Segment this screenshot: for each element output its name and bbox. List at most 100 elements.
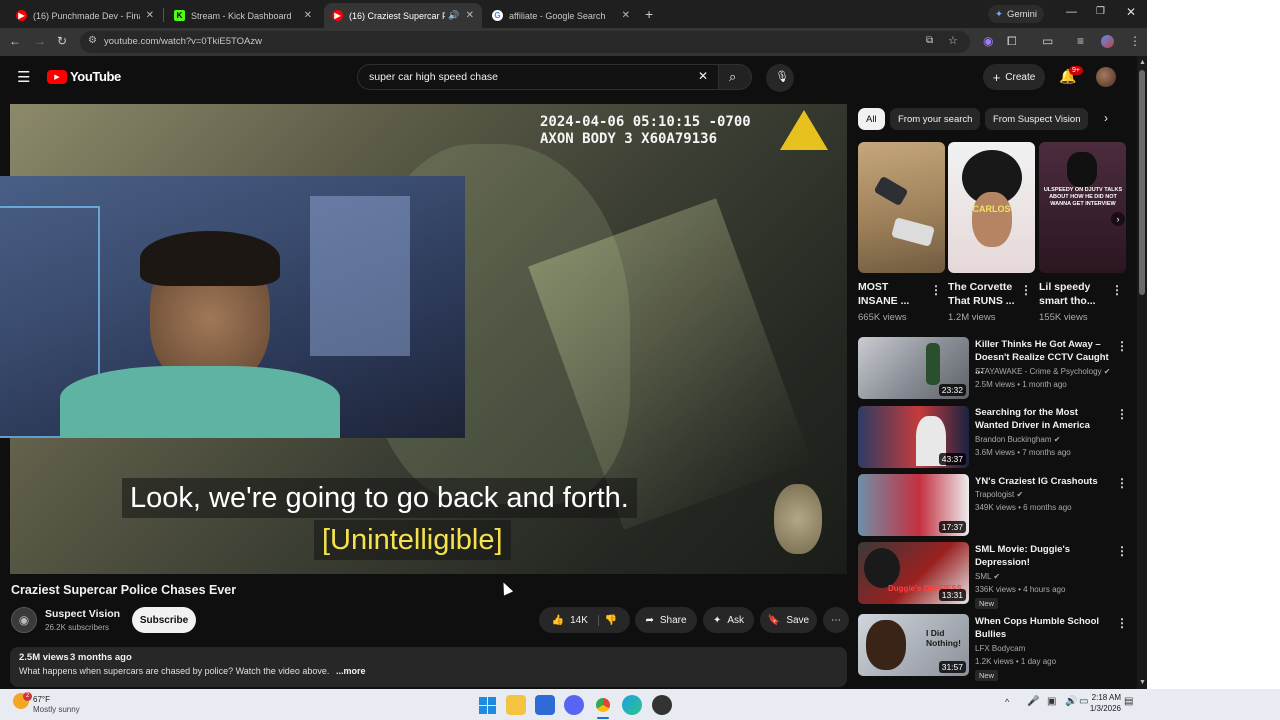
- recommendation-menu-icon[interactable]: ⋮: [1116, 544, 1128, 558]
- thumbs-down-icon[interactable]: 👎: [605, 615, 617, 626]
- subscribe-button[interactable]: Subscribe: [132, 607, 196, 633]
- recommendation-thumbnail[interactable]: 17:37: [858, 474, 969, 536]
- save-button[interactable]: 🔖 Save: [760, 607, 817, 633]
- profile-avatar[interactable]: [1101, 35, 1114, 48]
- minimize-icon[interactable]: —: [1066, 6, 1077, 18]
- new-badge: New: [975, 670, 999, 681]
- browser-tab-punchmade[interactable]: ▶ (16) Punchmade Dev - Financia ✕: [8, 3, 162, 28]
- search-button[interactable]: ⌕: [718, 64, 752, 90]
- recommendation-menu-icon[interactable]: ⋮: [1116, 476, 1128, 490]
- new-tab-icon[interactable]: +: [645, 6, 653, 22]
- chip-all[interactable]: All: [858, 108, 885, 130]
- youtube-logo[interactable]: ▶ YouTube: [47, 69, 121, 84]
- gemini-button[interactable]: ✦ Gemini: [988, 5, 1044, 23]
- short-menu-icon[interactable]: ⋮: [1020, 283, 1032, 297]
- close-tab-icon[interactable]: ✕: [304, 10, 312, 21]
- back-icon[interactable]: ←: [9, 34, 21, 48]
- description-box[interactable]: 2.5M views 3 months ago What happens whe…: [10, 647, 847, 687]
- app-icon[interactable]: [652, 695, 672, 715]
- recommendation-menu-icon[interactable]: ⋮: [1116, 407, 1128, 421]
- scroll-down-icon[interactable]: ▼: [1139, 679, 1146, 686]
- short-menu-icon[interactable]: ⋮: [1111, 283, 1123, 297]
- chip-from-suspect-vision[interactable]: From Suspect Vision: [985, 108, 1089, 130]
- ask-button[interactable]: ✦ Ask: [703, 607, 754, 633]
- reload-icon[interactable]: ↻: [57, 34, 67, 48]
- discord-icon[interactable]: [564, 695, 584, 715]
- close-tab-icon[interactable]: ✕: [466, 10, 474, 21]
- speaker-icon[interactable]: 🔊: [448, 10, 459, 21]
- browser-tab-kick[interactable]: K Stream - Kick Dashboard ✕: [166, 3, 320, 28]
- recommendation-title[interactable]: YN's Craziest IG Crashouts: [975, 475, 1111, 488]
- notification-center-icon[interactable]: ▤: [1124, 696, 1133, 707]
- edge-icon[interactable]: [622, 695, 642, 715]
- clear-search-icon[interactable]: ✕: [698, 69, 708, 83]
- media-controls-icon[interactable]: ≡: [1077, 34, 1084, 48]
- maximize-icon[interactable]: ❐: [1096, 6, 1105, 17]
- more-actions-button[interactable]: ⋯: [823, 607, 849, 633]
- recommendation-thumbnail[interactable]: Duggie's DEPRESS 13:31: [858, 542, 969, 604]
- scroll-up-icon[interactable]: ▲: [1139, 59, 1146, 66]
- browser-tab-active[interactable]: ▶ (16) Craziest Supercar Polic 🔊 ✕: [324, 3, 482, 28]
- chrome-menu-icon[interactable]: ⋮: [1129, 34, 1141, 48]
- short-menu-icon[interactable]: ⋮: [930, 283, 942, 297]
- chips-next-icon[interactable]: ›: [1104, 111, 1108, 125]
- tray-overflow-icon[interactable]: ^: [1005, 697, 1009, 707]
- extensions-puzzle-icon[interactable]: ⧠: [1007, 34, 1017, 49]
- voice-search-button[interactable]: 🎙: [766, 64, 794, 92]
- short-title[interactable]: The Corvette That RUNS ...: [948, 280, 1018, 308]
- clock-time[interactable]: 2:18 AM: [1085, 693, 1121, 702]
- recommendation-title[interactable]: When Cops Humble School Bullies: [975, 615, 1111, 641]
- address-bar[interactable]: ⚙ youtube.com/watch?v=0TkiE5TOAzw ⧉ ☆: [80, 31, 970, 53]
- close-tab-icon[interactable]: ✕: [622, 10, 630, 21]
- clock-date[interactable]: 1/3/2026: [1080, 704, 1121, 713]
- channel-name[interactable]: Suspect Vision: [45, 608, 120, 620]
- share-button[interactable]: ➦ Share: [635, 607, 697, 633]
- tray-microphone-icon[interactable]: 🎤: [1027, 696, 1039, 707]
- chrome-icon[interactable]: [593, 695, 613, 715]
- recommendation-thumbnail[interactable]: I Did Nothing! 31:57: [858, 614, 969, 676]
- recommendation-thumbnail[interactable]: 23:32: [858, 337, 969, 399]
- site-info-icon[interactable]: ⚙: [88, 35, 97, 46]
- scrollbar-thumb[interactable]: [1139, 70, 1145, 295]
- create-button[interactable]: + Create: [983, 64, 1045, 90]
- microsoft-store-icon[interactable]: [535, 695, 555, 715]
- file-explorer-icon[interactable]: [506, 695, 526, 715]
- hamburger-menu-icon[interactable]: ☰: [17, 68, 30, 86]
- recommendation-channel[interactable]: LFX Bodycam: [975, 644, 1025, 653]
- channel-avatar[interactable]: ◉: [11, 607, 37, 633]
- recommendation-meta: 2.5M views • 1 month ago: [975, 380, 1067, 389]
- short-thumbnail[interactable]: CARLOS: [948, 142, 1035, 273]
- short-title[interactable]: MOST INSANE ...: [858, 280, 928, 308]
- bookmark-star-icon[interactable]: ☆: [948, 34, 958, 47]
- plus-icon: +: [992, 69, 1001, 85]
- account-avatar[interactable]: [1096, 67, 1116, 87]
- search-input[interactable]: super car high speed chase ✕: [357, 64, 718, 90]
- close-tab-icon[interactable]: ✕: [146, 10, 154, 21]
- windows-start-icon[interactable]: [477, 695, 497, 715]
- recommendation-channel[interactable]: STAYAWAKE - Crime & Psychology ✔: [975, 367, 1110, 376]
- browser-tab-google[interactable]: G affiliate - Google Search ✕: [484, 3, 638, 28]
- recommendation-title[interactable]: Searching for the Most Wanted Driver in …: [975, 406, 1111, 432]
- recommendation-channel[interactable]: Trapologist ✔: [975, 490, 1023, 499]
- network-icon[interactable]: ▣: [1047, 696, 1056, 707]
- side-panel-icon[interactable]: ▭: [1042, 34, 1053, 48]
- window-close-icon[interactable]: ✕: [1126, 5, 1136, 19]
- chip-from-your-search[interactable]: From your search: [890, 108, 981, 130]
- short-thumbnail[interactable]: [858, 142, 945, 273]
- volume-icon[interactable]: 🔊: [1065, 696, 1077, 707]
- recommendation-title[interactable]: SML Movie: Duggie's Depression!: [975, 543, 1111, 569]
- shorts-next-icon[interactable]: ›: [1111, 212, 1125, 226]
- extension-icon[interactable]: ◉: [983, 34, 993, 48]
- like-button[interactable]: 👍 14K: [552, 614, 599, 626]
- forward-icon[interactable]: →: [34, 34, 46, 48]
- install-app-icon[interactable]: ⧉: [926, 35, 933, 46]
- recommendation-channel[interactable]: SML ✔: [975, 572, 1000, 581]
- more-link[interactable]: ...more: [336, 666, 366, 676]
- recommendation-thumbnail[interactable]: 43:37: [858, 406, 969, 468]
- recommendation-channel[interactable]: Brandon Buckingham ✔: [975, 435, 1060, 444]
- short-thumbnail[interactable]: ULSPEEDY ON DJUTV TALKS ABOUT HOW HE DID…: [1039, 142, 1126, 273]
- recommendation-menu-icon[interactable]: ⋮: [1116, 616, 1128, 630]
- short-title[interactable]: Lil speedy smart tho...: [1039, 280, 1109, 308]
- recommendation-menu-icon[interactable]: ⋮: [1116, 339, 1128, 353]
- windows-taskbar: 2 67°F Mostly sunny ^ 🎤 ▣ 🔊 ▭ 2:18 AM 1/…: [0, 689, 1280, 720]
